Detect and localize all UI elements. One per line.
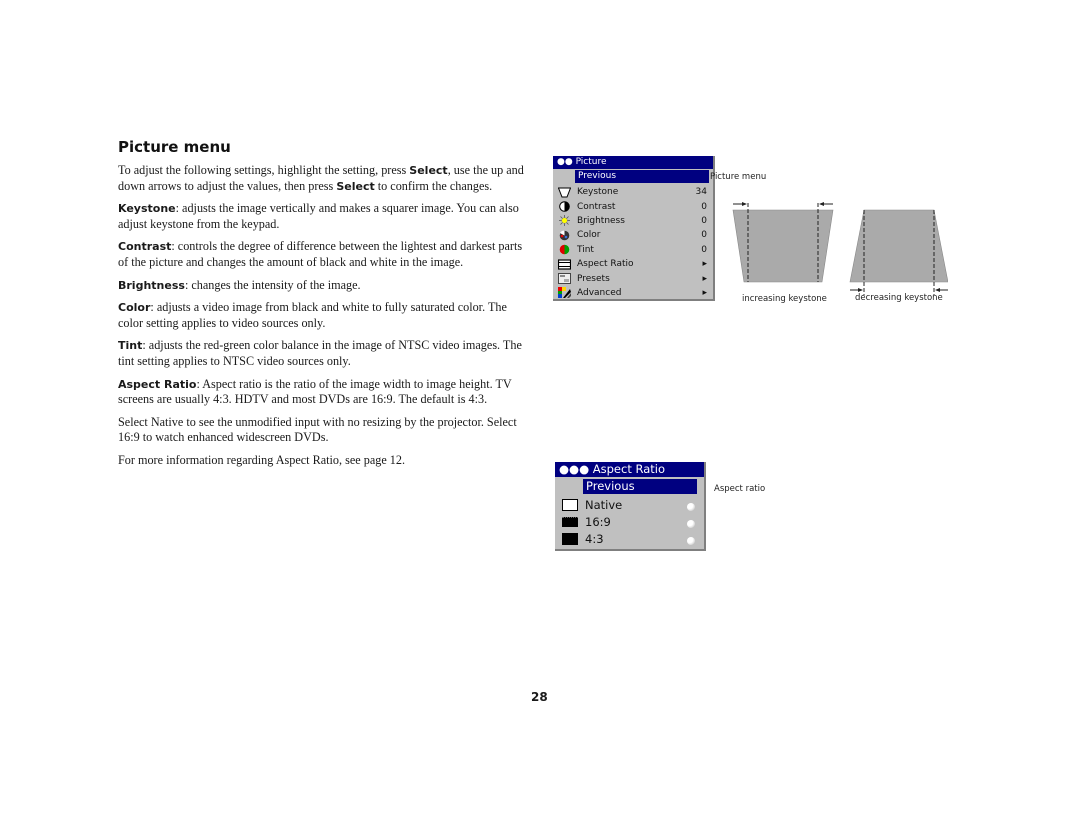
- menu-item-aspect-ratio[interactable]: Aspect Ratio ▸: [553, 257, 713, 271]
- picture-menu-header: ●● Picture: [553, 156, 713, 169]
- more-info-paragraph: For more information regarding Aspect Ra…: [118, 452, 406, 467]
- aspect-ratio-paragraph: Aspect Ratio: Aspect ratio is the ratio …: [118, 376, 512, 407]
- radio-16-9[interactable]: [687, 520, 695, 528]
- body-text: To adjust the following settings, highli…: [118, 163, 528, 476]
- intro-paragraph: To adjust the following settings, highli…: [118, 163, 524, 193]
- tint-paragraph: Tint: adjusts the red-green color balanc…: [118, 338, 522, 368]
- color-paragraph: Color: adjusts a video image from black …: [118, 300, 507, 330]
- aspect-ratio-menu-header: ●●● Aspect Ratio: [555, 462, 704, 477]
- native-paragraph: Select Native to see the unmodified inpu…: [118, 414, 517, 445]
- aspect-ratio-menu: ●●● Aspect Ratio Previous Native 16:9 4:…: [555, 462, 706, 551]
- native-swatch-icon: [562, 498, 578, 511]
- increasing-keystone-figure: [732, 202, 834, 283]
- tint-icon: [558, 244, 571, 255]
- previous-item[interactable]: Previous: [583, 479, 697, 494]
- page-title: Picture menu: [118, 138, 231, 156]
- option-native[interactable]: Native: [555, 496, 704, 513]
- decreasing-keystone-figure: [849, 209, 948, 295]
- brightness-paragraph: Brightness: changes the intensity of the…: [118, 277, 361, 292]
- menu-item-brightness[interactable]: Brightness 0: [553, 214, 713, 228]
- radio-4-3[interactable]: [687, 537, 695, 545]
- increasing-keystone-label: increasing keystone: [742, 294, 827, 304]
- picture-menu-caption: Picture menu: [710, 172, 767, 182]
- menu-item-color[interactable]: Color 0: [553, 228, 713, 242]
- contrast-icon: [558, 201, 571, 212]
- advanced-icon: [558, 287, 571, 299]
- aspect-ratio-icon: [557, 259, 572, 270]
- standard-swatch-icon: [562, 532, 578, 545]
- page-number: 28: [531, 690, 548, 704]
- menu-item-presets[interactable]: Presets ▸: [553, 271, 713, 285]
- aspect-ratio-caption: Aspect ratio: [714, 484, 766, 494]
- option-16-9[interactable]: 16:9: [555, 513, 704, 530]
- picture-menu: ●● Picture Previous Keystone 34 Contrast…: [553, 156, 715, 301]
- widescreen-swatch-icon: [562, 516, 578, 527]
- previous-item[interactable]: Previous: [575, 170, 709, 183]
- keystone-icon: [557, 187, 572, 198]
- keystone-diagram: [732, 202, 948, 295]
- menu-item-advanced[interactable]: Advanced ▸: [553, 286, 713, 300]
- menu-item-tint[interactable]: Tint 0: [553, 243, 713, 257]
- color-icon: [558, 230, 571, 241]
- decreasing-keystone-label: decreasing keystone: [855, 293, 943, 303]
- menu-item-contrast[interactable]: Contrast 0: [553, 199, 713, 213]
- option-4-3[interactable]: 4:3: [555, 530, 704, 547]
- radio-native[interactable]: [687, 503, 695, 511]
- presets-icon: [558, 273, 571, 285]
- brightness-icon: [558, 215, 571, 227]
- menu-item-keystone[interactable]: Keystone 34: [553, 185, 713, 199]
- keystone-paragraph: Keystone: adjusts the image vertically a…: [118, 201, 519, 231]
- contrast-paragraph: Contrast: controls the degree of differe…: [118, 239, 523, 269]
